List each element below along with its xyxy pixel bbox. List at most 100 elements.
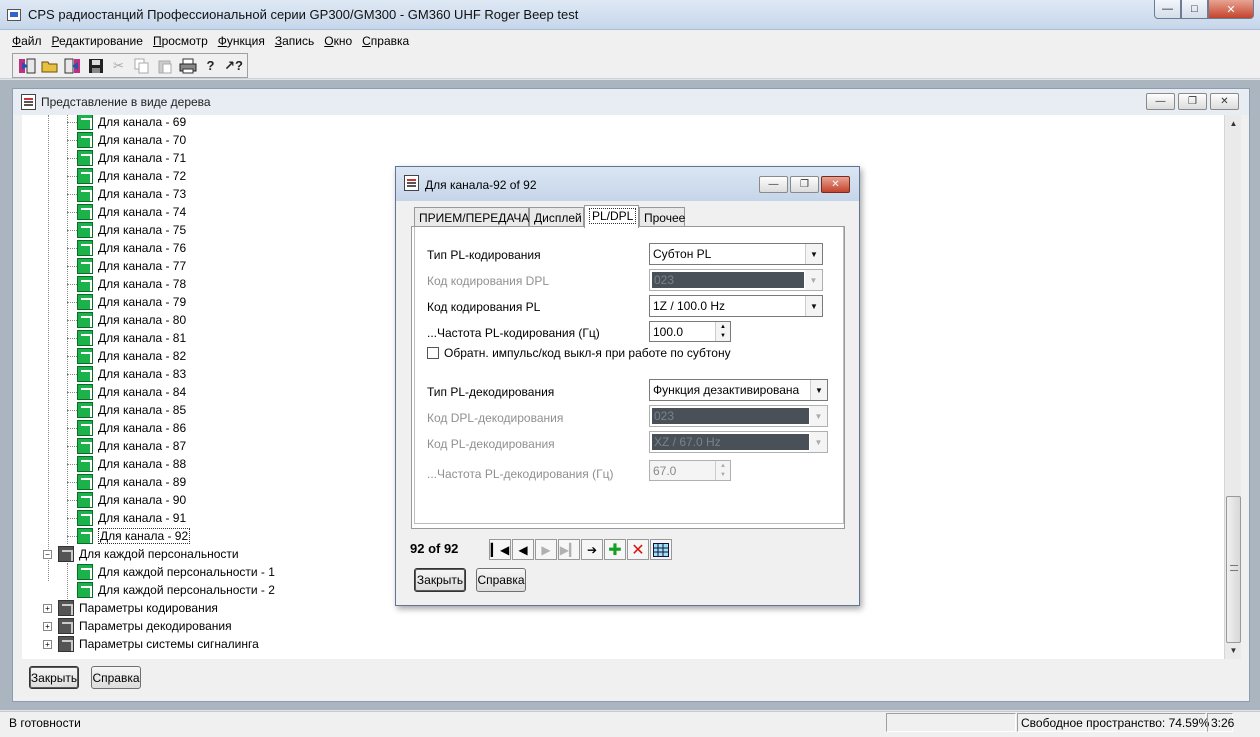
tree-help-button[interactable]: Справка (91, 666, 141, 689)
spin-down-icon[interactable]: ▼ (715, 470, 730, 480)
expand-icon[interactable]: + (43, 603, 52, 613)
tree-item-channel[interactable]: Для канала - 76 (77, 239, 186, 257)
tab-pl-dpl[interactable]: PL/DPL (584, 205, 639, 228)
copy-icon[interactable] (130, 55, 153, 76)
chevron-down-icon[interactable]: ▼ (810, 380, 827, 400)
tree-item-channel[interactable]: Для канала - 79 (77, 293, 186, 311)
chevron-down-icon[interactable]: ▼ (805, 244, 822, 264)
tree-close-button[interactable]: Закрыть (29, 666, 79, 689)
pl-encode-code-select[interactable]: 1Z / 100.0 Hz ▼ (649, 295, 823, 317)
tree-item-channel[interactable]: Для канала - 87 (77, 437, 186, 455)
help-icon[interactable]: ? (199, 55, 222, 76)
prev-record-icon[interactable]: ◀ (512, 539, 534, 560)
chevron-down-icon[interactable]: ▼ (805, 270, 822, 290)
delete-record-icon[interactable]: ✕ (627, 539, 649, 560)
print-icon[interactable] (176, 55, 199, 76)
menu-edit[interactable]: Редактирование (52, 34, 143, 48)
tree-item-channel[interactable]: Для канала - 83 (77, 365, 186, 383)
minimize-icon[interactable]: — (1146, 93, 1175, 110)
tree-item-channel[interactable]: Для канала - 69 (77, 115, 186, 131)
spin-down-icon[interactable]: ▼ (715, 331, 730, 341)
close-icon[interactable]: ✕ (1210, 93, 1239, 110)
context-help-icon[interactable]: ↗? (222, 55, 245, 76)
close-icon[interactable]: ✕ (821, 176, 850, 193)
pl-decode-freq-spinner[interactable]: 67.0 ▲ ▼ (649, 460, 731, 481)
add-record-icon[interactable]: ✚ (604, 539, 626, 560)
tab-rx-tx[interactable]: ПРИЕМ/ПЕРЕДАЧА (414, 207, 529, 227)
paste-icon[interactable] (153, 55, 176, 76)
tree-item-channel[interactable]: Для канала - 89 (77, 473, 186, 491)
app-icon (7, 9, 21, 21)
folder-open-icon[interactable] (38, 55, 61, 76)
tab-other[interactable]: Прочее (639, 207, 685, 227)
reverse-burst-checkbox[interactable] (427, 347, 439, 359)
tree-item-channel[interactable]: Для канала - 72 (77, 167, 186, 185)
tree-item-channel[interactable]: Для канала - 92 (77, 527, 191, 545)
first-record-icon[interactable]: ▎◀ (489, 539, 511, 560)
pl-decode-type-select[interactable]: Функция дезактивирована ▼ (649, 379, 828, 401)
tree-item-channel[interactable]: Для канала - 90 (77, 491, 186, 509)
maximize-icon[interactable]: □ (1181, 0, 1208, 19)
tree-item-channel[interactable]: Для канала - 73 (77, 185, 186, 203)
pl-decode-code-select[interactable]: XZ / 67.0 Hz ▼ (649, 431, 828, 453)
menu-file[interactable]: Файл (12, 34, 42, 48)
close-icon[interactable]: ✕ (1208, 0, 1254, 19)
read-radio-icon[interactable] (61, 55, 84, 76)
expand-icon[interactable]: + (43, 639, 52, 649)
chevron-down-icon[interactable]: ▼ (810, 432, 827, 452)
dpl-decode-code-select[interactable]: 023 ▼ (649, 405, 828, 427)
chevron-down-icon[interactable]: ▼ (805, 296, 822, 316)
open-new-icon[interactable] (15, 55, 38, 76)
collapse-icon[interactable]: − (43, 549, 52, 559)
tree-node-personality[interactable]: − Для каждой персональности (43, 545, 239, 563)
table-view-icon[interactable] (650, 539, 672, 560)
scroll-up-icon[interactable]: ▲ (1225, 115, 1242, 132)
tree-item-channel[interactable]: Для канала - 82 (77, 347, 186, 365)
menu-function[interactable]: Функция (218, 34, 265, 48)
restore-icon[interactable]: ❐ (1178, 93, 1207, 110)
dpl-encode-code-select[interactable]: 023 ▼ (649, 269, 823, 291)
pl-encode-type-select[interactable]: Субтон PL ▼ (649, 243, 823, 265)
cut-icon[interactable]: ✂ (107, 55, 130, 76)
dialog-close-button[interactable]: Закрыть (414, 568, 466, 592)
tree-item-channel[interactable]: Для канала - 78 (77, 275, 186, 293)
tree-item-channel[interactable]: Для канала - 77 (77, 257, 186, 275)
last-record-icon[interactable]: ▶▎ (558, 539, 580, 560)
tree-scrollbar[interactable]: ▲ ▼ (1224, 115, 1241, 659)
tree-item-channel[interactable]: Для канала - 85 (77, 401, 186, 419)
menu-record[interactable]: Запись (275, 34, 314, 48)
tree-item-channel[interactable]: Для канала - 70 (77, 131, 186, 149)
tree-item-channel[interactable]: Для канала - 74 (77, 203, 186, 221)
tree-item-channel[interactable]: Для канала - 71 (77, 149, 186, 167)
tree-node-signaling-params[interactable]: + Параметры системы сигналинга (43, 635, 259, 653)
spin-up-icon[interactable]: ▲ (715, 322, 730, 332)
tree-item-channel[interactable]: Для канала - 88 (77, 455, 186, 473)
next-record-icon[interactable]: ▶ (535, 539, 557, 560)
tree-item-channel[interactable]: Для канала - 75 (77, 221, 186, 239)
tree-item-personality[interactable]: Для каждой персональности - 2 (77, 581, 275, 599)
tree-item-personality[interactable]: Для каждой персональности - 1 (77, 563, 275, 581)
tree-node-encode-params[interactable]: + Параметры кодирования (43, 599, 218, 617)
restore-icon[interactable]: ❐ (790, 176, 819, 193)
dialog-help-button[interactable]: Справка (476, 568, 526, 592)
chevron-down-icon[interactable]: ▼ (810, 406, 827, 426)
minimize-icon[interactable]: — (1154, 0, 1181, 19)
goto-record-icon[interactable]: ➔ (581, 539, 603, 560)
menu-window[interactable]: Окно (324, 34, 352, 48)
spin-up-icon[interactable]: ▲ (715, 461, 730, 471)
tree-item-channel[interactable]: Для канала - 86 (77, 419, 186, 437)
save-icon[interactable] (84, 55, 107, 76)
pl-encode-freq-spinner[interactable]: 100.0 ▲ ▼ (649, 321, 731, 342)
scroll-thumb[interactable] (1226, 496, 1241, 643)
tab-display[interactable]: Дисплей (529, 207, 584, 227)
expand-icon[interactable]: + (43, 621, 52, 631)
tree-item-channel[interactable]: Для канала - 81 (77, 329, 186, 347)
menu-help[interactable]: Справка (362, 34, 409, 48)
minimize-icon[interactable]: — (759, 176, 788, 193)
tree-item-channel[interactable]: Для канала - 91 (77, 509, 186, 527)
tree-item-channel[interactable]: Для канала - 84 (77, 383, 186, 401)
scroll-down-icon[interactable]: ▼ (1225, 642, 1242, 659)
tree-node-decode-params[interactable]: + Параметры декодирования (43, 617, 232, 635)
tree-item-channel[interactable]: Для канала - 80 (77, 311, 186, 329)
menu-view[interactable]: Просмотр (153, 34, 208, 48)
